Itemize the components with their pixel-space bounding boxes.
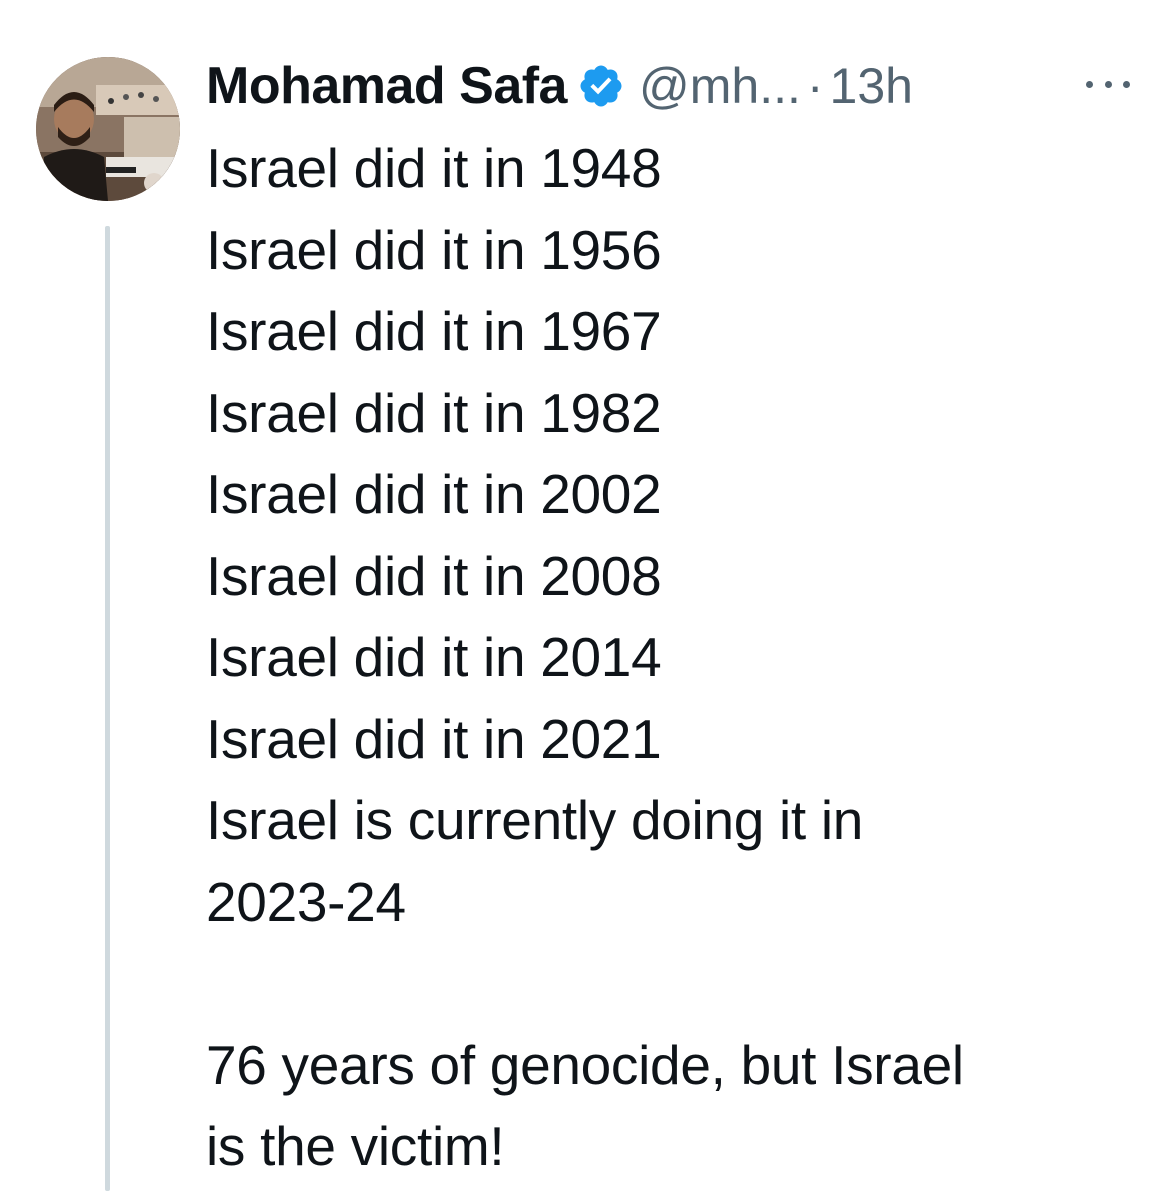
more-horizontal-icon[interactable] — [1086, 72, 1130, 96]
author-handle[interactable]: @mh... — [639, 57, 801, 115]
tweet-header: Mohamad Safa @mh... · 13h — [206, 54, 913, 118]
more-dot — [1104, 80, 1112, 88]
avatar-photo — [36, 57, 180, 201]
verified-badge-icon[interactable] — [577, 62, 625, 110]
more-dot — [1123, 80, 1130, 88]
avatar[interactable] — [36, 57, 180, 201]
thread-connector-line — [105, 226, 110, 1191]
tweet-text: Israel did it in 1948 Israel did it in 1… — [206, 137, 964, 1177]
tweet[interactable]: Mohamad Safa @mh... · 13h Israel did it … — [0, 0, 1170, 1191]
author-name[interactable]: Mohamad Safa — [206, 56, 567, 116]
separator-dot: · — [806, 58, 824, 114]
more-dot — [1086, 80, 1093, 88]
tweet-timestamp[interactable]: 13h — [830, 57, 913, 115]
